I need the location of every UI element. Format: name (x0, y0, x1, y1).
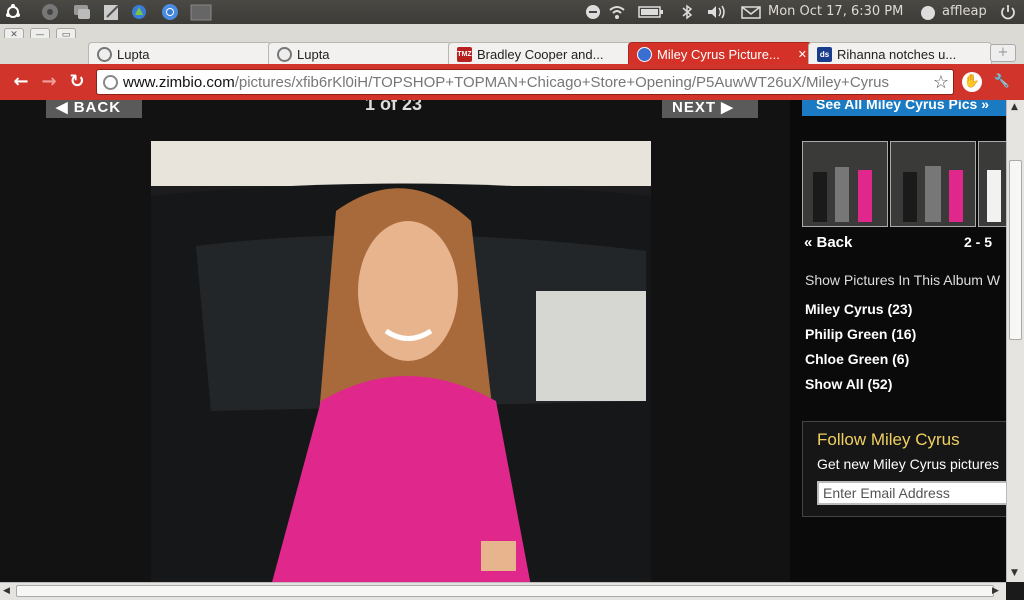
power-icon[interactable] (1000, 4, 1016, 20)
globe-icon (277, 47, 292, 62)
thumbnail-3[interactable] (978, 141, 1006, 227)
close-tab-icon[interactable]: ✕ (798, 48, 807, 61)
tmz-icon: TMZ (457, 47, 472, 62)
album-link-philip-green[interactable]: Philip Green (16) (805, 326, 916, 342)
scroll-left-icon[interactable]: ◀ (3, 586, 10, 596)
thumbnail-1[interactable] (802, 141, 888, 227)
username[interactable]: affleap (942, 4, 987, 20)
browser-toolbar: ← → ↻ www.zimbio.com/pictures/xfib6rKl0i… (0, 64, 1024, 100)
back-arrow-icon[interactable]: ← (10, 73, 32, 91)
main-photo[interactable] (151, 141, 651, 582)
album-link-chloe-green[interactable]: Chloe Green (6) (805, 351, 909, 367)
wrench-icon[interactable]: 🔧 (992, 72, 1012, 92)
show-pictures-label: Show Pictures In This Album W (805, 272, 1001, 288)
see-all-pics-link[interactable]: See All Miley Cyrus Pics » (802, 100, 1006, 116)
thumbnail-2[interactable] (890, 141, 976, 227)
vertical-scroll-thumb[interactable] (1009, 160, 1022, 340)
url-host: www.zimbio.com (123, 74, 235, 91)
photo-counter: 1 of 23 (365, 100, 423, 114)
back-button[interactable]: ◀ BACK (46, 100, 142, 118)
tab-lupta-2[interactable]: Lupta (268, 42, 452, 66)
tab-strip: Lupta Lupta TMZ Bradley Cooper and... Mi… (0, 38, 1024, 66)
window-icon[interactable] (190, 3, 212, 21)
follow-title: Follow Miley Cyrus (817, 430, 960, 449)
adblock-hand-icon[interactable]: ✋ (962, 72, 982, 92)
web-page: ◀ BACK 1 of 23 NEXT ▶ See All Miley Cyru… (0, 100, 1006, 582)
email-field[interactable]: Enter Email Address (817, 481, 1006, 505)
album-link-show-all[interactable]: Show All (52) (805, 376, 892, 392)
tab-lupta-1[interactable]: Lupta (88, 42, 272, 66)
chat-icon[interactable] (72, 3, 92, 21)
reload-icon[interactable]: ↻ (66, 73, 88, 91)
follow-box: Follow Miley Cyrus Get new Miley Cyrus p… (802, 421, 1006, 517)
tab-title: Bradley Cooper and... (477, 47, 604, 62)
tab-rihanna[interactable]: ds Rihanna notches u... (808, 42, 992, 66)
thumbnails-back-link[interactable]: « Back (804, 234, 852, 251)
battery-icon[interactable] (638, 4, 664, 20)
top-panel: Mon Oct 17, 6:30 PM affleap (0, 0, 1024, 24)
url-path: /pictures/xfib6rKl0iH/TOPSHOP+TOPMAN+Chi… (234, 74, 889, 91)
ds-icon: ds (817, 47, 832, 62)
clock-datetime[interactable]: Mon Oct 17, 6:30 PM (768, 4, 903, 20)
vertical-scrollbar[interactable]: ▲ ▼ (1006, 100, 1024, 582)
edit-icon[interactable] (102, 3, 122, 21)
media-stop-icon[interactable] (585, 4, 601, 20)
zimbio-icon (637, 47, 652, 62)
bookmark-star-icon[interactable]: ☆ (933, 72, 949, 93)
address-bar[interactable]: www.zimbio.com/pictures/xfib6rKl0iH/TOPS… (96, 69, 954, 95)
tab-title: Lupta (297, 47, 330, 62)
chrome-icon[interactable] (160, 3, 180, 21)
volume-icon[interactable] (706, 4, 728, 20)
user-icon[interactable] (919, 4, 937, 20)
follow-subtitle: Get new Miley Cyrus pictures (817, 456, 1000, 472)
album-link-miley-cyrus[interactable]: Miley Cyrus (23) (805, 301, 912, 317)
wifi-icon[interactable] (608, 4, 626, 20)
ubuntu-logo-icon[interactable] (4, 3, 24, 21)
forward-arrow-icon[interactable]: → (38, 73, 60, 91)
system-icon[interactable] (40, 3, 60, 21)
tab-title: Rihanna notches u... (837, 47, 957, 62)
tab-title: Lupta (117, 47, 150, 62)
globe-icon (103, 75, 118, 90)
tools-icon[interactable] (130, 3, 150, 21)
mail-icon[interactable] (741, 4, 761, 20)
scroll-right-icon[interactable]: ▶ (992, 586, 999, 596)
tab-title: Miley Cyrus Picture... (657, 47, 780, 62)
horizontal-scrollbar[interactable]: ◀ ▶ (0, 582, 1006, 600)
new-tab-button[interactable]: + (990, 44, 1016, 62)
thumbnail-range: 2 - 5 (964, 234, 993, 250)
scroll-up-icon[interactable]: ▲ (1011, 102, 1018, 112)
globe-icon (97, 47, 112, 62)
tab-miley-cyrus[interactable]: Miley Cyrus Picture... ✕ (628, 42, 812, 66)
sidebar: See All Miley Cyrus Pics » « Back 2 - 5 … (790, 100, 1006, 582)
horizontal-scroll-thumb[interactable] (16, 585, 994, 597)
bluetooth-icon[interactable] (680, 4, 694, 20)
next-button[interactable]: NEXT ▶ (662, 100, 758, 118)
scroll-down-icon[interactable]: ▼ (1011, 568, 1018, 578)
tab-bradley-cooper[interactable]: TMZ Bradley Cooper and... (448, 42, 632, 66)
